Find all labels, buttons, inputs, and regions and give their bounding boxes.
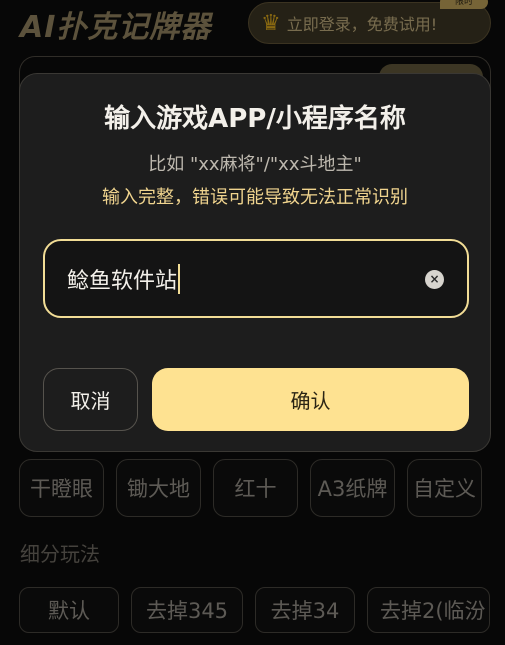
dialog-warning: 输入完整，错误可能导致无法正常识别 (102, 187, 408, 208)
game-name-input[interactable]: 鲶鱼软件站 × (43, 239, 469, 318)
clear-icon[interactable]: × (425, 270, 444, 289)
confirm-button[interactable]: 确认 (152, 368, 469, 431)
text-caret (178, 263, 181, 294)
cancel-button[interactable]: 取消 (43, 368, 138, 431)
dialog-hint: 比如 "xx麻将"/"xx斗地主" (148, 154, 362, 175)
input-dialog: 输入游戏APP/小程序名称 比如 "xx麻将"/"xx斗地主" 输入完整，错误可… (19, 73, 491, 452)
dialog-title: 输入游戏APP/小程序名称 (104, 104, 406, 134)
input-value: 鲶鱼软件站 (67, 268, 178, 294)
